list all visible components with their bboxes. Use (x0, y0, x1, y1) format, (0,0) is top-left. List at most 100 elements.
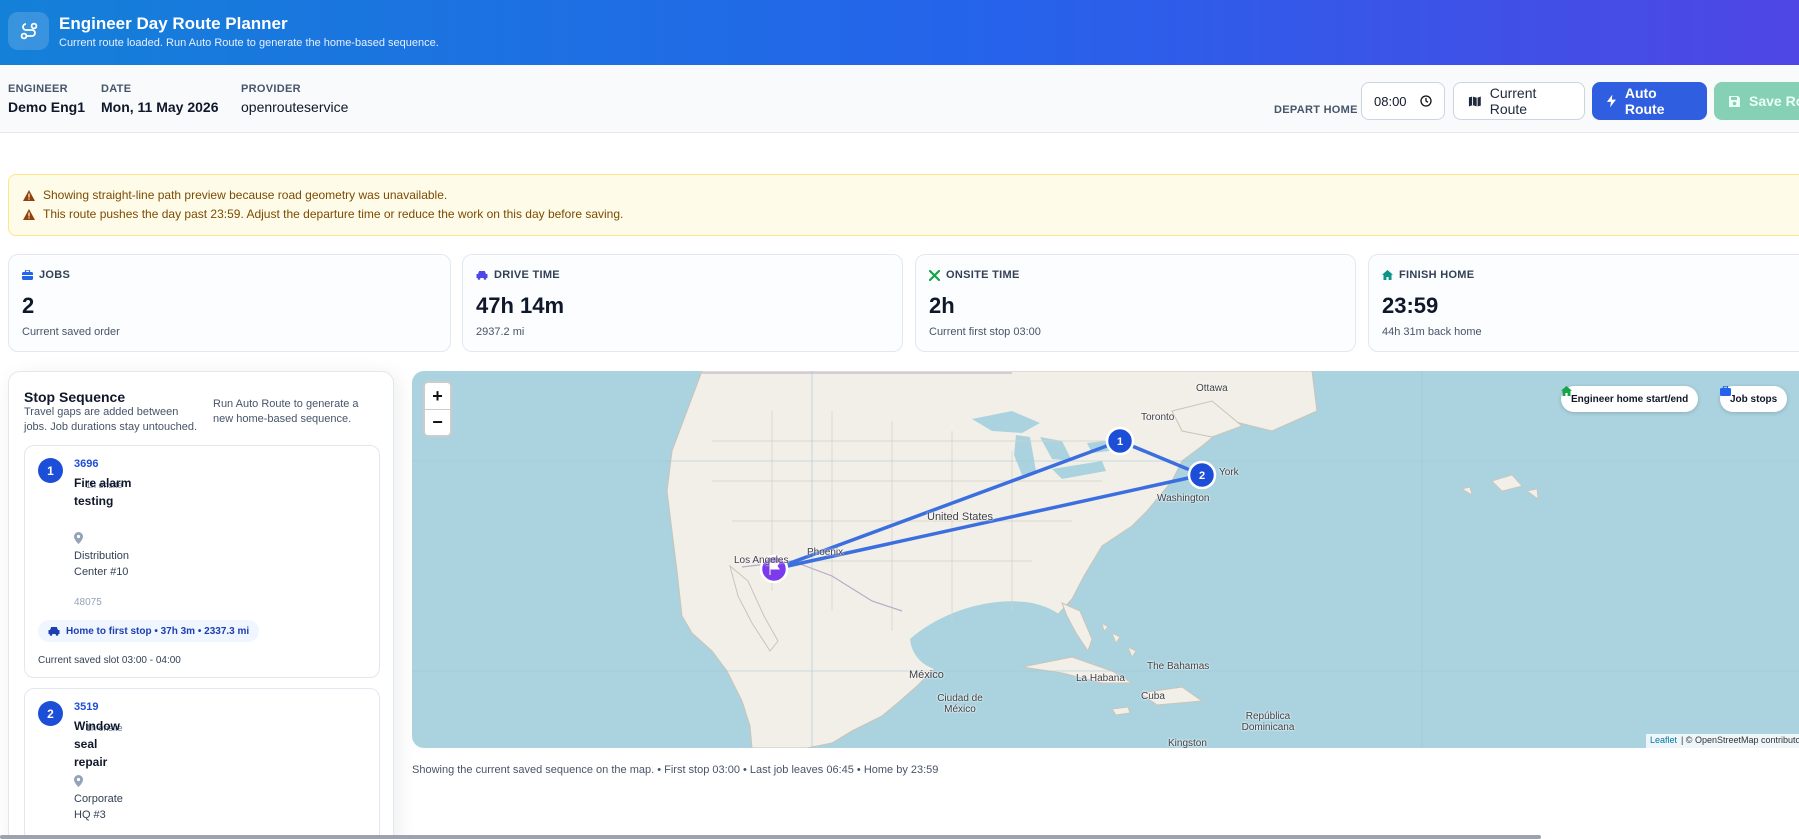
map-label-bahamas: The Bahamas (1147, 661, 1210, 672)
map-attribution: Leaflet | © OpenStreetMap contributors (1645, 734, 1799, 748)
job-address: Distribution Center #10 (74, 550, 130, 578)
job-id: 3696 (74, 458, 99, 470)
briefcase-icon (22, 270, 33, 280)
attribution-text: | © OpenStreetMap contributors (1680, 735, 1799, 745)
job-address: Corporate HQ #3 (74, 793, 123, 821)
map-label-kingston: Kingston (1168, 738, 1207, 748)
stop-sequence-title: Stop Sequence (24, 389, 126, 405)
warning-row: Showing straight-line path preview becau… (23, 188, 447, 202)
save-icon (1729, 95, 1740, 107)
drive-leg-pill: Home to first stop • 37h 3m • 2337.3 mi (38, 620, 260, 642)
clock-icon (1420, 95, 1432, 107)
stop-marker-label: 1 (1117, 436, 1123, 448)
warning-row: This route pushes the day past 23:59. Ad… (23, 207, 623, 221)
route-map[interactable]: 1 2 Ottawa Toronto York Washington United… (412, 371, 1799, 748)
provider-meta: PROVIDER openrouteservice (241, 83, 348, 115)
home-icon (1382, 270, 1393, 280)
stop-sequence-hint: Run Auto Route to generate a new home-ba… (213, 398, 359, 425)
home-icon (1561, 386, 1572, 396)
stop-marker-2[interactable]: 2 (1187, 460, 1217, 490)
current-route-label: Current Route (1489, 85, 1537, 117)
provider-label: PROVIDER (241, 83, 301, 95)
zoom-control: + − (423, 381, 452, 437)
stop-sequence-description: Travel gaps are added between jobs. Job … (24, 406, 198, 433)
stat-label: ONSITE TIME (946, 269, 1020, 281)
saved-slot: Current saved slot 03:00 - 04:00 (38, 655, 181, 666)
depart-time-input[interactable]: 08:00 (1361, 82, 1445, 120)
map-summary: Showing the current saved sequence on th… (412, 764, 939, 776)
drive-leg-text: Home to first stop • 37h 3m • 2337.3 mi (66, 625, 250, 637)
stat-subtext: 44h 31m back home (1382, 326, 1482, 338)
date-value: Mon, 11 May 2026 (101, 99, 219, 115)
map-label-ottawa: Ottawa (1196, 383, 1228, 394)
app-subtitle: Current route loaded. Run Auto Route to … (59, 37, 439, 49)
stop-marker-label: 2 (1199, 470, 1205, 482)
stat-label: DRIVE TIME (494, 269, 560, 281)
date-meta: DATE Mon, 11 May 2026 (101, 83, 219, 115)
job-name: Fire alarm testing (74, 476, 132, 508)
stat-card-jobs: JOBS 2 Current saved order (8, 254, 451, 352)
map-label-mexico: México (909, 669, 944, 681)
app-header: Engineer Day Route Planner Current route… (0, 0, 1799, 65)
stop-card[interactable]: 1 3696 1h onsite Fire alarm testing Dist… (24, 445, 380, 678)
bolt-icon (1606, 94, 1616, 108)
route-warnings: Showing straight-line path preview becau… (8, 174, 1799, 236)
stat-value: 2h (929, 293, 955, 318)
zoom-in-button[interactable]: + (425, 383, 450, 409)
map-label-republica-dominicana: República Dominicana (1241, 711, 1295, 733)
warning-icon (23, 189, 35, 201)
zoom-out-button[interactable]: − (425, 409, 450, 435)
car-icon (48, 627, 60, 636)
legend-job-stops-label: Job stops (1730, 393, 1778, 405)
leaflet-link[interactable]: Leaflet (1650, 735, 1677, 747)
engineer-value: Demo Eng1 (8, 99, 86, 115)
depart-home-label: DEPART HOME (1274, 104, 1358, 116)
stop-number-badge: 2 (38, 701, 63, 726)
engineer-meta: ENGINEER Demo Eng1 (8, 83, 85, 115)
job-id: 3519 (74, 701, 99, 713)
engineer-label: ENGINEER (8, 83, 68, 95)
stat-label: JOBS (39, 269, 71, 281)
job-zip: 48075 (74, 597, 102, 608)
date-label: DATE (101, 83, 132, 95)
map-label-ciudad-de-mexico: Ciudad de México (937, 693, 983, 715)
map-label-washington: Washington (1157, 493, 1210, 504)
stat-card-onsite-time: ONSITE TIME 2h Current first stop 03:00 (915, 254, 1356, 352)
car-icon (476, 271, 488, 280)
map-label-la-habana: La Habana (1076, 673, 1125, 684)
stat-value: 23:59 (1382, 293, 1439, 318)
current-route-button[interactable]: Current Route (1453, 82, 1585, 120)
legend-home: Engineer home start/end (1561, 386, 1699, 412)
provider-value: openrouteservice (241, 99, 349, 115)
map-pin-icon (74, 532, 83, 544)
legend-job-stops: Job stops (1720, 386, 1788, 412)
stat-card-finish-home: FINISH HOME 23:59 44h 31m back home (1368, 254, 1799, 352)
tools-icon (929, 269, 940, 281)
map-label-united-states: United States (927, 511, 994, 523)
stat-subtext: Current first stop 03:00 (929, 326, 1041, 338)
depart-time-value: 08:00 (1374, 93, 1407, 109)
auto-route-label: Auto Route (1624, 85, 1665, 117)
stat-card-drive-time: DRIVE TIME 47h 14m 2937.2 mi (462, 254, 903, 352)
stop-card[interactable]: 2 3519 1h onsite Window seal repair Corp… (24, 688, 380, 839)
save-route-button[interactable]: Save Rou (1714, 82, 1799, 120)
horizontal-scrollbar[interactable] (0, 835, 1541, 839)
warning-text: Showing straight-line path preview becau… (43, 188, 448, 202)
stat-value: 47h 14m (476, 293, 565, 318)
stat-label: FINISH HOME (1399, 269, 1475, 281)
stat-subtext: 2937.2 mi (476, 326, 525, 338)
stop-sequence-panel: Stop Sequence Travel gaps are added betw… (8, 371, 394, 839)
auto-route-button[interactable]: Auto Route (1592, 82, 1707, 120)
map-icon (1468, 95, 1481, 107)
briefcase-icon (1720, 386, 1731, 396)
save-route-label: Save Rou (1749, 93, 1799, 109)
map-pin-icon (74, 775, 83, 787)
map-label-los-angeles: Los Angeles (734, 555, 789, 566)
map-label-toronto: Toronto (1141, 412, 1175, 423)
stat-value: 2 (22, 293, 35, 318)
map-label-cuba: Cuba (1141, 691, 1165, 702)
app-title: Engineer Day Route Planner (59, 14, 288, 33)
stop-marker-1[interactable]: 1 (1105, 426, 1135, 456)
map-label-york: York (1219, 467, 1239, 478)
map-label-phoenix: Phoenix (807, 547, 844, 558)
